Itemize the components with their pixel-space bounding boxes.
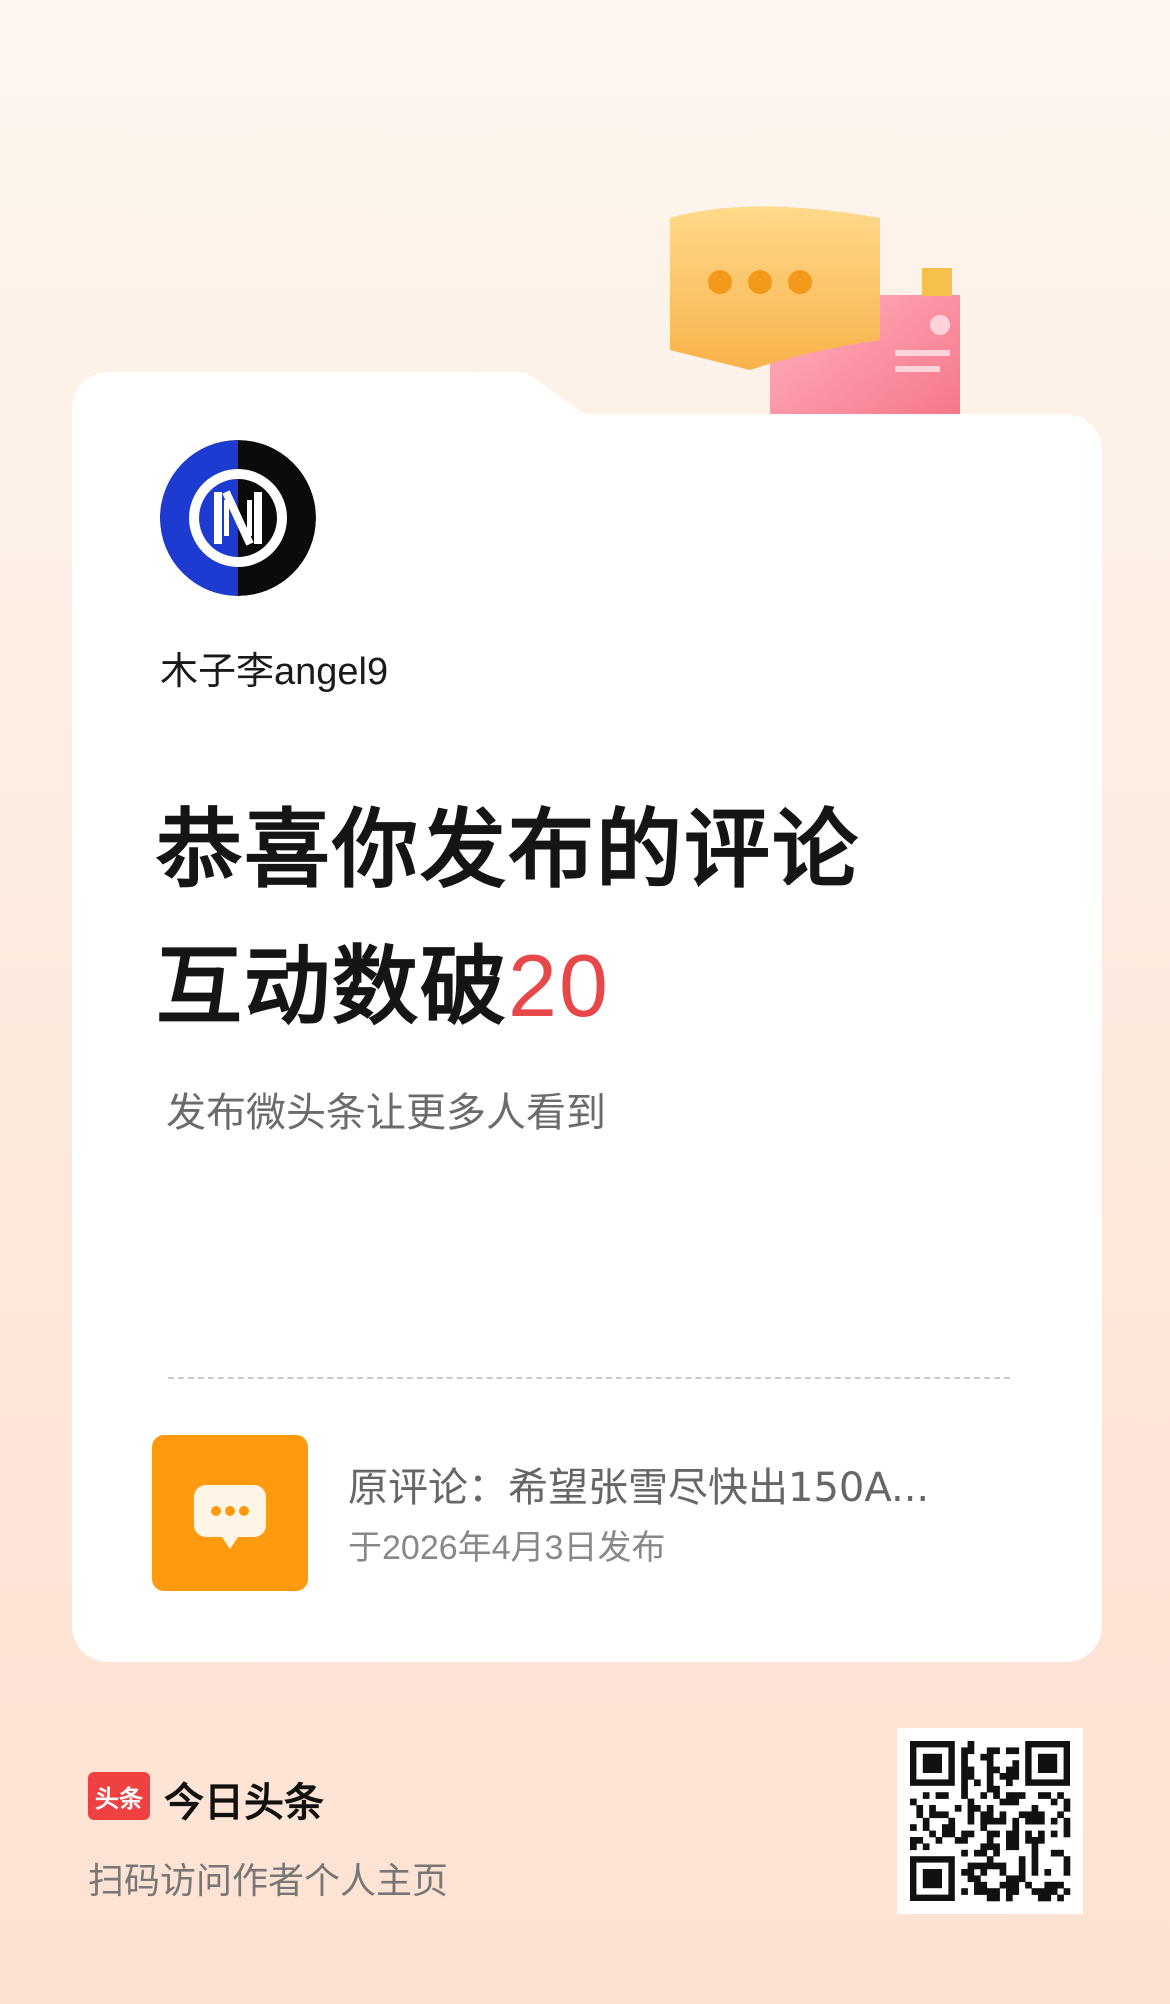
chat-bubble-icon: [194, 1485, 266, 1549]
avatar[interactable]: [160, 440, 316, 596]
comment-date: 于2026年4月3日发布: [348, 1529, 666, 1567]
dashed-divider: [168, 1377, 1010, 1379]
toutiao-logo-icon: 头条: [88, 1772, 150, 1820]
comment-thumbnail[interactable]: [152, 1435, 308, 1591]
username[interactable]: 木子李angel9: [160, 640, 388, 695]
qr-caption: 扫码访问作者个人主页: [88, 1861, 449, 1902]
headline-line2-prefix: 互动数破: [156, 937, 508, 1037]
headline-line1: 恭喜你发布的评论: [156, 800, 860, 900]
subline-prompt: 发布微头条让更多人看到: [166, 1090, 606, 1136]
qr-code-icon: [910, 1741, 1071, 1902]
inter-milan-logo-icon: [160, 440, 316, 596]
toutiao-logo-text: 头条: [95, 1784, 143, 1813]
original-comment-text[interactable]: 原评论：希望张雪尽快出150A...: [348, 1455, 948, 1513]
qr-code[interactable]: [897, 1728, 1083, 1914]
headline-line2: 互动数破20: [156, 918, 860, 1055]
headline: 恭喜你发布的评论 互动数破20: [156, 782, 860, 1055]
interaction-count: 20: [508, 936, 610, 1035]
brand-name: 今日头条: [164, 1780, 324, 1826]
